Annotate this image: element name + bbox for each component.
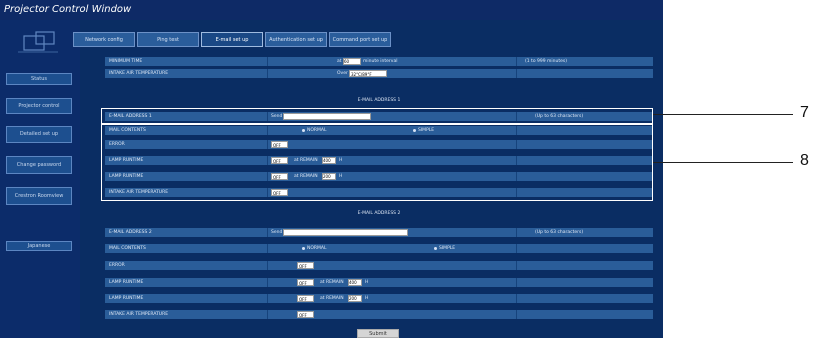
submit-button[interactable]: Submit bbox=[357, 329, 399, 338]
email2-lamp1-remain-label: at REMAIN bbox=[320, 280, 344, 285]
email2-lamp2-unit: H bbox=[365, 296, 369, 301]
callout-number-7: 7 bbox=[800, 104, 809, 121]
callout-line-7 bbox=[653, 114, 793, 115]
email2-intake-label: INTAKE AIR TEMPERATURE bbox=[109, 312, 169, 317]
sidebar-item-change-password[interactable]: Change password bbox=[6, 156, 72, 174]
intake-air-label: INTAKE AIR TEMPERATURE bbox=[109, 71, 169, 76]
email2-address-note: (Up to 63 characters) bbox=[535, 230, 584, 235]
minimum-time-unit: minute interval bbox=[363, 59, 398, 64]
row-email2-lamp2: LAMP RUNTIME OFF at REMAIN 200 H bbox=[105, 294, 653, 303]
projector-logo-icon bbox=[18, 31, 58, 53]
highlight-frame-8 bbox=[101, 124, 653, 201]
email1-header: E-MAIL ADDRESS 1 bbox=[357, 98, 401, 103]
email2-address-input[interactable] bbox=[283, 229, 408, 236]
email2-lamp1-label: LAMP RUNTIME bbox=[109, 280, 144, 285]
sidebar: Status Projector control Detailed set up… bbox=[0, 20, 80, 338]
email2-lamp2-label: LAMP RUNTIME bbox=[109, 296, 144, 301]
sidebar-item-projector-control[interactable]: Projector control bbox=[6, 98, 72, 114]
email2-lamp1-hours-input[interactable]: 400 bbox=[348, 279, 362, 286]
tab-command-port-setup[interactable]: Command port set up bbox=[329, 32, 391, 47]
callout-number-8: 8 bbox=[800, 152, 809, 169]
row-email2-intake: INTAKE AIR TEMPERATURE OFF bbox=[105, 310, 653, 319]
sidebar-item-status[interactable]: Status bbox=[6, 73, 72, 85]
minimum-time-prefix: at bbox=[337, 59, 342, 64]
window-title: Projector Control Window bbox=[0, 0, 663, 20]
callout-line-8 bbox=[653, 162, 793, 163]
intake-air-prefix: Over bbox=[337, 71, 348, 76]
row-minimum-time: MINIMUM TIME at 60 minute interval (1 to… bbox=[105, 57, 653, 66]
email2-error-label: ERROR bbox=[109, 263, 125, 268]
tab-network-config[interactable]: Network config bbox=[73, 32, 135, 47]
row-email2-contents: MAIL CONTENTS NORMAL SIMPLE bbox=[105, 244, 653, 253]
minimum-time-input[interactable]: 60 bbox=[343, 58, 361, 65]
email2-lamp2-select[interactable]: OFF bbox=[297, 295, 314, 302]
minimum-time-range: (1 to 999 minutes) bbox=[525, 59, 567, 64]
email2-lamp1-unit: H bbox=[365, 280, 369, 285]
sidebar-item-detailed-setup[interactable]: Detailed set up bbox=[6, 126, 72, 143]
email2-header: E-MAIL ADDRESS 2 bbox=[357, 211, 401, 216]
row-email2-address: E-MAIL ADDRESS 2 Send to (Up to 63 chara… bbox=[105, 228, 653, 237]
sidebar-item-japanese[interactable]: Japanese bbox=[6, 241, 72, 251]
tab-authentication-setup[interactable]: Authentication set up bbox=[265, 32, 327, 47]
email2-address-label: E-MAIL ADDRESS 2 bbox=[109, 230, 152, 235]
intake-air-select[interactable]: 32°C/89°F bbox=[349, 70, 387, 77]
email2-lamp1-select[interactable]: OFF bbox=[297, 279, 314, 286]
email2-normal-label: NORMAL bbox=[307, 246, 327, 251]
email2-lamp2-hours-input[interactable]: 200 bbox=[348, 295, 362, 302]
email2-simple-label: SIMPLE bbox=[439, 246, 456, 251]
row-email2-lamp1: LAMP RUNTIME OFF at REMAIN 400 H bbox=[105, 278, 653, 287]
minimum-time-label: MINIMUM TIME bbox=[109, 59, 143, 64]
email2-simple-radio[interactable] bbox=[434, 247, 437, 250]
highlight-frame-7 bbox=[101, 108, 653, 124]
row-email2-error: ERROR OFF bbox=[105, 261, 653, 270]
email2-normal-radio[interactable] bbox=[302, 247, 305, 250]
tab-ping-test[interactable]: Ping test bbox=[137, 32, 199, 47]
email2-intake-select[interactable]: OFF bbox=[297, 311, 314, 318]
tab-email-setup[interactable]: E-mail set up bbox=[201, 32, 263, 47]
email2-lamp2-remain-label: at REMAIN bbox=[320, 296, 344, 301]
sidebar-item-crestron-roomview[interactable]: Crestron Roomview bbox=[6, 187, 72, 205]
email2-error-select[interactable]: OFF bbox=[297, 262, 314, 269]
row-intake-air: INTAKE AIR TEMPERATURE Over 32°C/89°F bbox=[105, 69, 653, 78]
email2-contents-label: MAIL CONTENTS bbox=[109, 246, 146, 251]
